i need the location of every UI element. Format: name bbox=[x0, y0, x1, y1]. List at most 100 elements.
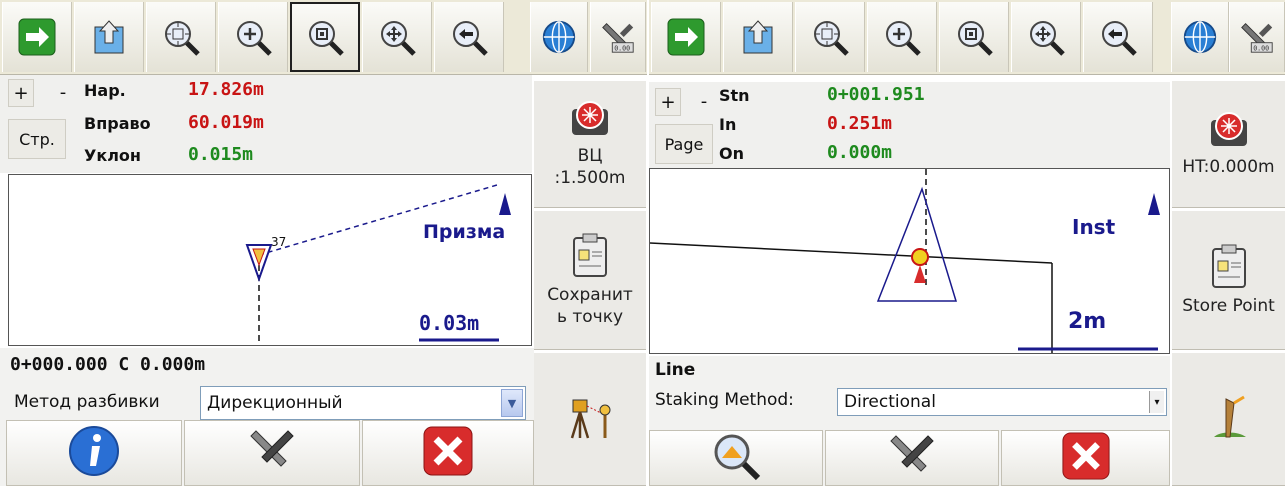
scale-label: 0.03m bbox=[419, 311, 480, 335]
method-label: Staking Method: bbox=[655, 390, 794, 410]
row-label: Нар. bbox=[84, 81, 126, 100]
row-value: 17.826m bbox=[188, 79, 264, 100]
svg-text:0.00: 0.00 bbox=[614, 44, 630, 52]
map-view[interactable]: 37 Призма 0.03m bbox=[8, 174, 532, 346]
instrument-setup-button[interactable] bbox=[1172, 352, 1285, 486]
store-point-button[interactable]: Сохранит ь точку bbox=[534, 210, 646, 350]
map-view[interactable]: Inst 2m bbox=[649, 168, 1170, 354]
store-label: Сохранит ь точку bbox=[547, 285, 633, 327]
zoom-previous-button[interactable] bbox=[1083, 2, 1153, 72]
clipboard-icon bbox=[1209, 243, 1249, 295]
settings-icon: 0.00 bbox=[596, 15, 640, 59]
instrument-height-button[interactable]: ВЦ :1.500m bbox=[534, 80, 646, 208]
toolbar: 0.00 bbox=[649, 0, 1285, 75]
method-value: Directional bbox=[844, 392, 936, 412]
info-panel: + - Page Stn 0+001.951 In 0.251m On 0.00… bbox=[649, 82, 1170, 168]
globe-icon bbox=[1178, 15, 1222, 59]
settings-icon: 0.00 bbox=[1235, 15, 1279, 59]
pan-button[interactable] bbox=[362, 2, 432, 72]
map-up-icon bbox=[736, 15, 780, 59]
next-button[interactable] bbox=[651, 2, 721, 72]
zoom-window-icon bbox=[952, 15, 996, 59]
zoom-window-button[interactable] bbox=[290, 2, 360, 72]
row-value: 0+001.951 bbox=[827, 84, 925, 105]
instrument-height-button[interactable]: HT:0.000m bbox=[1172, 80, 1285, 208]
tools-button[interactable] bbox=[825, 430, 999, 486]
clipboard-icon bbox=[570, 232, 610, 284]
zoom-extents-button[interactable] bbox=[146, 2, 216, 72]
zoom-extents-icon bbox=[808, 15, 852, 59]
scale-label: 2m bbox=[1068, 309, 1107, 334]
store-point-button[interactable]: Store Point bbox=[1172, 210, 1285, 350]
point-label: 37 bbox=[271, 235, 287, 249]
instrument-setup-button[interactable] bbox=[534, 352, 646, 486]
plus-button[interactable]: + bbox=[655, 88, 681, 116]
info-button[interactable] bbox=[6, 420, 182, 486]
zoom-extents-button[interactable] bbox=[795, 2, 865, 72]
tools-icon bbox=[886, 430, 938, 486]
close-button[interactable] bbox=[1001, 430, 1170, 486]
left-panel: 0.00 + - Стр. Нар. 17.826m Вправо 60.019… bbox=[0, 0, 647, 486]
zoom-in-icon bbox=[880, 15, 924, 59]
map-up-button[interactable] bbox=[723, 2, 793, 72]
prism-icon bbox=[1207, 110, 1251, 156]
method-value: Дирекционный bbox=[207, 393, 343, 413]
chevron-down-icon[interactable]: ▼ bbox=[501, 389, 523, 417]
settings-button[interactable]: 0.00 bbox=[590, 2, 646, 72]
chevron-down-icon[interactable]: ▾ bbox=[1149, 391, 1164, 413]
station-offset-line: 0+000.000 C 0.000m bbox=[10, 354, 206, 375]
zoom-window-button[interactable] bbox=[939, 2, 1009, 72]
right-panel: 0.00 + - Page Stn 0+001.951 In 0.251m On… bbox=[649, 0, 1285, 486]
plus-button[interactable]: + bbox=[8, 79, 34, 107]
tripod-icon bbox=[565, 392, 615, 446]
stake-icon bbox=[1204, 391, 1254, 447]
info-panel: + - Стр. Нар. 17.826m Вправо 60.019m Укл… bbox=[0, 75, 532, 173]
pan-icon bbox=[375, 15, 419, 59]
row-label: In bbox=[719, 115, 737, 134]
row-label: On bbox=[719, 144, 744, 163]
row-value: 0.000m bbox=[827, 142, 893, 163]
store-label: Store Point bbox=[1182, 296, 1275, 316]
search-map-button[interactable] bbox=[649, 430, 823, 486]
target-label: Призма bbox=[423, 221, 506, 243]
page-button[interactable]: Стр. bbox=[8, 119, 66, 159]
close-icon bbox=[422, 425, 474, 481]
row-label: Вправо bbox=[84, 114, 151, 133]
settings-button[interactable]: 0.00 bbox=[1229, 2, 1285, 72]
row-value: 0.015m bbox=[188, 144, 254, 165]
minus-button[interactable]: - bbox=[691, 88, 717, 116]
close-button[interactable] bbox=[362, 420, 534, 486]
search-map-icon bbox=[710, 430, 762, 486]
close-icon bbox=[1061, 431, 1111, 485]
tools-button[interactable] bbox=[184, 420, 360, 486]
row-label: Уклон bbox=[84, 146, 141, 165]
info-icon bbox=[68, 425, 120, 481]
pan-button[interactable] bbox=[1011, 2, 1081, 72]
zoom-in-button[interactable] bbox=[218, 2, 288, 72]
map-up-button[interactable] bbox=[74, 2, 144, 72]
zoom-previous-button[interactable] bbox=[434, 2, 504, 72]
row-label: Stn bbox=[719, 86, 750, 105]
method-select[interactable]: Directional ▾ bbox=[837, 388, 1167, 416]
globe-icon bbox=[537, 15, 581, 59]
zoom-in-icon bbox=[231, 15, 275, 59]
page-button[interactable]: Page bbox=[655, 124, 713, 164]
globe-button[interactable] bbox=[530, 2, 588, 72]
globe-button[interactable] bbox=[1171, 2, 1229, 72]
method-select[interactable]: Дирекционный ▼ bbox=[200, 386, 526, 420]
target-label: Inst bbox=[1072, 215, 1116, 239]
toolbar: 0.00 bbox=[0, 0, 647, 75]
pan-icon bbox=[1024, 15, 1068, 59]
ht-label: ВЦ :1.500m bbox=[554, 146, 626, 188]
row-value: 60.019m bbox=[188, 112, 264, 133]
svg-text:0.00: 0.00 bbox=[1253, 44, 1269, 52]
zoom-in-button[interactable] bbox=[867, 2, 937, 72]
next-icon bbox=[15, 15, 59, 59]
zoom-extents-icon bbox=[159, 15, 203, 59]
zoom-previous-icon bbox=[447, 15, 491, 59]
minus-button[interactable]: - bbox=[50, 79, 76, 107]
zoom-previous-icon bbox=[1096, 15, 1140, 59]
map-up-icon bbox=[87, 15, 131, 59]
row-value: 0.251m bbox=[827, 113, 893, 134]
next-button[interactable] bbox=[2, 2, 72, 72]
